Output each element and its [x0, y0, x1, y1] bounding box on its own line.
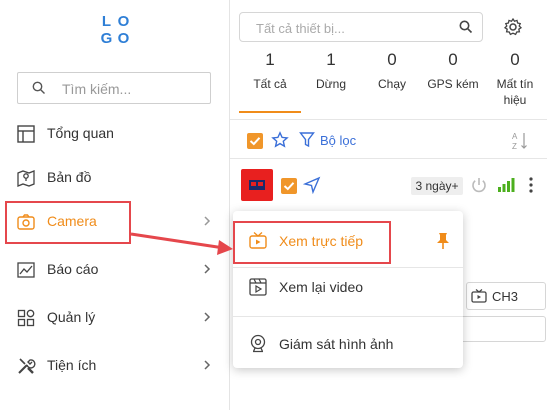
sidebar-search: [17, 72, 211, 104]
live-tv-icon: [471, 289, 487, 303]
dashboard-icon: [17, 125, 35, 143]
device-search-input[interactable]: [254, 18, 458, 38]
stat-count: 0: [510, 50, 520, 69]
signal-icon: [498, 178, 515, 192]
menu-item-image-monitoring[interactable]: Giám sát hình ảnh: [233, 322, 463, 366]
stat-weak-gps[interactable]: 0 GPS kém: [423, 50, 483, 92]
star-icon[interactable]: [271, 131, 289, 149]
stat-count: 1: [265, 50, 275, 69]
highlight-live-view: [233, 221, 391, 264]
menu-item-label: Xem lại video: [279, 279, 364, 295]
map-icon: [17, 170, 35, 187]
stat-running[interactable]: 0 Chạy: [362, 50, 422, 92]
device-search: [239, 12, 483, 42]
webcam-icon: [250, 334, 266, 353]
logo[interactable]: L O G O: [98, 14, 132, 48]
device-checkbox[interactable]: [281, 178, 297, 194]
grid-icon: [17, 309, 35, 327]
device-avatar[interactable]: [241, 169, 273, 201]
sidebar-item-label: Quản lý: [47, 309, 96, 325]
logo-letter: O: [117, 30, 130, 47]
sidebar-item-overview[interactable]: Tổng quan: [0, 112, 229, 156]
sidebar-item-label: Tiện ích: [47, 357, 97, 373]
stat-stopped[interactable]: 1 Dừng: [301, 50, 361, 92]
stat-label: GPS kém: [427, 77, 479, 91]
stat-all[interactable]: 1 Tất cả: [240, 50, 300, 92]
power-icon: [472, 178, 486, 193]
divider: [230, 119, 547, 120]
truck-icon: [249, 180, 265, 190]
sidebar-item-management[interactable]: Quản lý: [0, 296, 229, 340]
chevron-right-icon: [204, 264, 211, 274]
chevron-right-icon: [204, 216, 211, 226]
channel-label: CH3: [492, 289, 519, 304]
stat-count: 0: [448, 50, 458, 69]
active-tab-indicator: [239, 111, 301, 113]
menu-item-label: Giám sát hình ảnh: [279, 336, 394, 352]
tools-icon: [18, 358, 36, 374]
menu-item-replay-video[interactable]: Xem lại video: [233, 265, 463, 309]
channel-field[interactable]: [456, 316, 546, 342]
channel-ch3-button[interactable]: CH3: [466, 282, 546, 310]
filter-icon[interactable]: [299, 131, 315, 149]
stat-label: Chạy: [377, 77, 406, 91]
sidebar-item-map[interactable]: Bản đồ: [0, 156, 229, 200]
video-replay-icon: [249, 278, 267, 296]
search-icon[interactable]: [459, 20, 473, 34]
sidebar-search-input[interactable]: [60, 79, 204, 99]
pin-icon[interactable]: [436, 232, 450, 250]
sidebar-item-label: Bản đồ: [47, 169, 92, 185]
logo-letter: L: [101, 13, 112, 30]
filter-button[interactable]: Bộ lọc: [320, 133, 356, 148]
status-badge: 3 ngày+: [411, 177, 463, 195]
stat-label: Tất cả: [253, 77, 287, 91]
check-icon: [283, 182, 295, 191]
sidebar-item-label: Tổng quan: [47, 125, 114, 141]
chevron-right-icon: [204, 360, 211, 370]
chevron-right-icon: [204, 312, 211, 322]
stat-label: Dừng: [315, 77, 347, 91]
stat-count: 1: [326, 50, 336, 69]
highlight-camera: [5, 201, 131, 244]
check-icon: [249, 137, 261, 146]
sort-az-icon[interactable]: A Z: [512, 131, 530, 151]
chart-icon: [17, 262, 35, 278]
stat-count: 0: [387, 50, 397, 69]
gear-icon[interactable]: [503, 17, 523, 37]
navigation-arrow-icon[interactable]: [303, 176, 321, 194]
more-vertical-icon[interactable]: [527, 176, 535, 194]
svg-text:Z: Z: [512, 142, 517, 151]
stat-lost-signal[interactable]: 0 Mất tín hiệu: [484, 50, 546, 108]
logo-letter: G: [100, 30, 113, 47]
select-all-checkbox[interactable]: [247, 133, 263, 149]
sidebar-item-reports[interactable]: Báo cáo: [0, 248, 229, 292]
stat-label: Mất tín hiệu: [496, 77, 534, 107]
sidebar-item-utilities[interactable]: Tiện ích: [0, 344, 229, 388]
logo-letter: O: [117, 13, 130, 30]
divider: [233, 316, 463, 317]
svg-text:A: A: [512, 132, 518, 141]
divider: [230, 158, 547, 159]
sidebar-item-label: Báo cáo: [47, 261, 99, 277]
search-icon: [32, 81, 45, 94]
